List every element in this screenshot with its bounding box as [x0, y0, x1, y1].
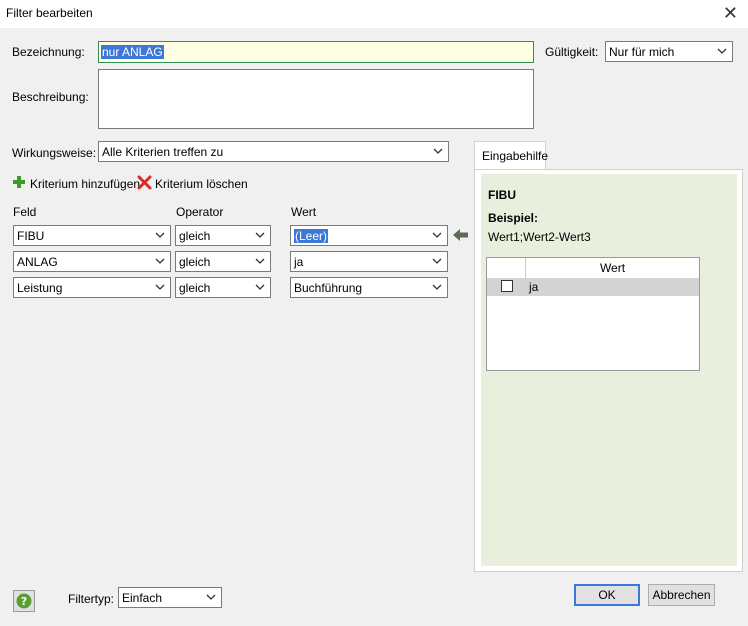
delete-criterion-label: Kriterium löschen — [155, 177, 248, 191]
wirkungsweise-label: Wirkungsweise: — [12, 146, 97, 160]
bezeichnung-input[interactable]: nur ANLAG — [98, 41, 534, 63]
criterion-wert-select[interactable]: (Leer) — [290, 225, 448, 246]
chevron-down-icon — [254, 254, 266, 268]
row-checkbox[interactable] — [501, 280, 513, 292]
tab-eingabehilfe[interactable]: Eingabehilfe — [474, 141, 549, 170]
bezeichnung-label: Bezeichnung: — [12, 45, 85, 59]
title-bar: Filter bearbeiten ✕ — [0, 0, 748, 28]
value-grid-header: Wert — [487, 258, 699, 279]
chevron-down-icon — [154, 254, 166, 268]
criterion-operator-select[interactable]: gleich — [175, 251, 271, 272]
criterion-wert-value: ja — [294, 255, 304, 269]
ok-button[interactable]: OK — [574, 584, 640, 606]
criterion-feld-value: ANLAG — [17, 255, 58, 269]
criterion-operator-value: gleich — [179, 229, 211, 243]
column-header-operator: Operator — [176, 205, 224, 219]
criterion-feld-value: FIBU — [17, 229, 45, 243]
gueltigkeit-label: Gültigkeit: — [545, 45, 599, 59]
svg-text:?: ? — [21, 595, 27, 608]
chevron-down-icon — [154, 228, 166, 242]
criterion-operator-value: gleich — [179, 255, 211, 269]
criterion-feld-select[interactable]: FIBU — [13, 225, 171, 246]
plus-icon — [12, 175, 26, 192]
column-header-feld: Feld — [13, 205, 37, 219]
wirkungsweise-value: Alle Kriterien treffen zu — [102, 145, 224, 159]
help-example-value: Wert1;Wert2-Wert3 — [488, 230, 591, 244]
value-grid-header-wert: Wert — [599, 261, 626, 275]
filtertyp-select[interactable]: Einfach — [118, 587, 222, 608]
chevron-down-icon — [431, 254, 443, 268]
chevron-down-icon — [254, 280, 266, 294]
chevron-down-icon — [254, 228, 266, 242]
criterion-feld-value: Leistung — [17, 281, 63, 295]
column-header-wert: Wert — [291, 205, 317, 219]
beschreibung-label: Beschreibung: — [12, 90, 89, 104]
chevron-down-icon — [432, 144, 444, 158]
criterion-operator-select[interactable]: gleich — [175, 225, 271, 246]
criterion-feld-select[interactable]: Leistung — [13, 277, 171, 298]
table-row[interactable]: ja — [487, 278, 699, 296]
criterion-wert-select[interactable]: ja — [290, 251, 448, 272]
criterion-wert-value: Buchführung — [294, 281, 363, 295]
add-criterion-label: Kriterium hinzufügen — [30, 177, 141, 191]
chevron-down-icon — [716, 44, 728, 58]
criterion-operator-select[interactable]: gleich — [175, 277, 271, 298]
criterion-operator-value: gleich — [179, 281, 211, 295]
help-example-label: Beispiel: — [488, 211, 539, 225]
wirkungsweise-select[interactable]: Alle Kriterien treffen zu — [98, 141, 449, 162]
help-question-icon: ? — [16, 593, 32, 612]
filtertyp-value: Einfach — [122, 591, 163, 605]
chevron-down-icon — [431, 228, 443, 242]
close-icon[interactable]: ✕ — [723, 3, 738, 24]
filtertyp-label: Filtertyp: — [68, 592, 115, 606]
help-field-name: FIBU — [488, 188, 516, 202]
criterion-wert-select[interactable]: Buchführung — [290, 277, 448, 298]
chevron-down-icon — [431, 280, 443, 294]
criterion-feld-select[interactable]: ANLAG — [13, 251, 171, 272]
arrow-left-icon — [452, 228, 469, 245]
bezeichnung-value: nur ANLAG — [101, 45, 164, 59]
chevron-down-icon — [205, 590, 217, 604]
gueltigkeit-select[interactable]: Nur für mich — [605, 41, 733, 62]
criterion-wert-value: (Leer) — [294, 229, 329, 243]
row-value: ja — [529, 280, 539, 294]
cancel-button[interactable]: Abbrechen — [648, 584, 715, 606]
value-grid[interactable]: Wert ja — [486, 257, 700, 371]
delete-icon — [137, 175, 152, 193]
chevron-down-icon — [154, 280, 166, 294]
value-grid-header-check — [487, 258, 526, 278]
tab-eingabehilfe-label: Eingabehilfe — [482, 149, 549, 163]
help-button[interactable]: ? — [13, 590, 35, 612]
gueltigkeit-value: Nur für mich — [609, 45, 675, 59]
window-title: Filter bearbeiten — [6, 6, 93, 20]
beschreibung-textarea[interactable] — [98, 69, 534, 129]
